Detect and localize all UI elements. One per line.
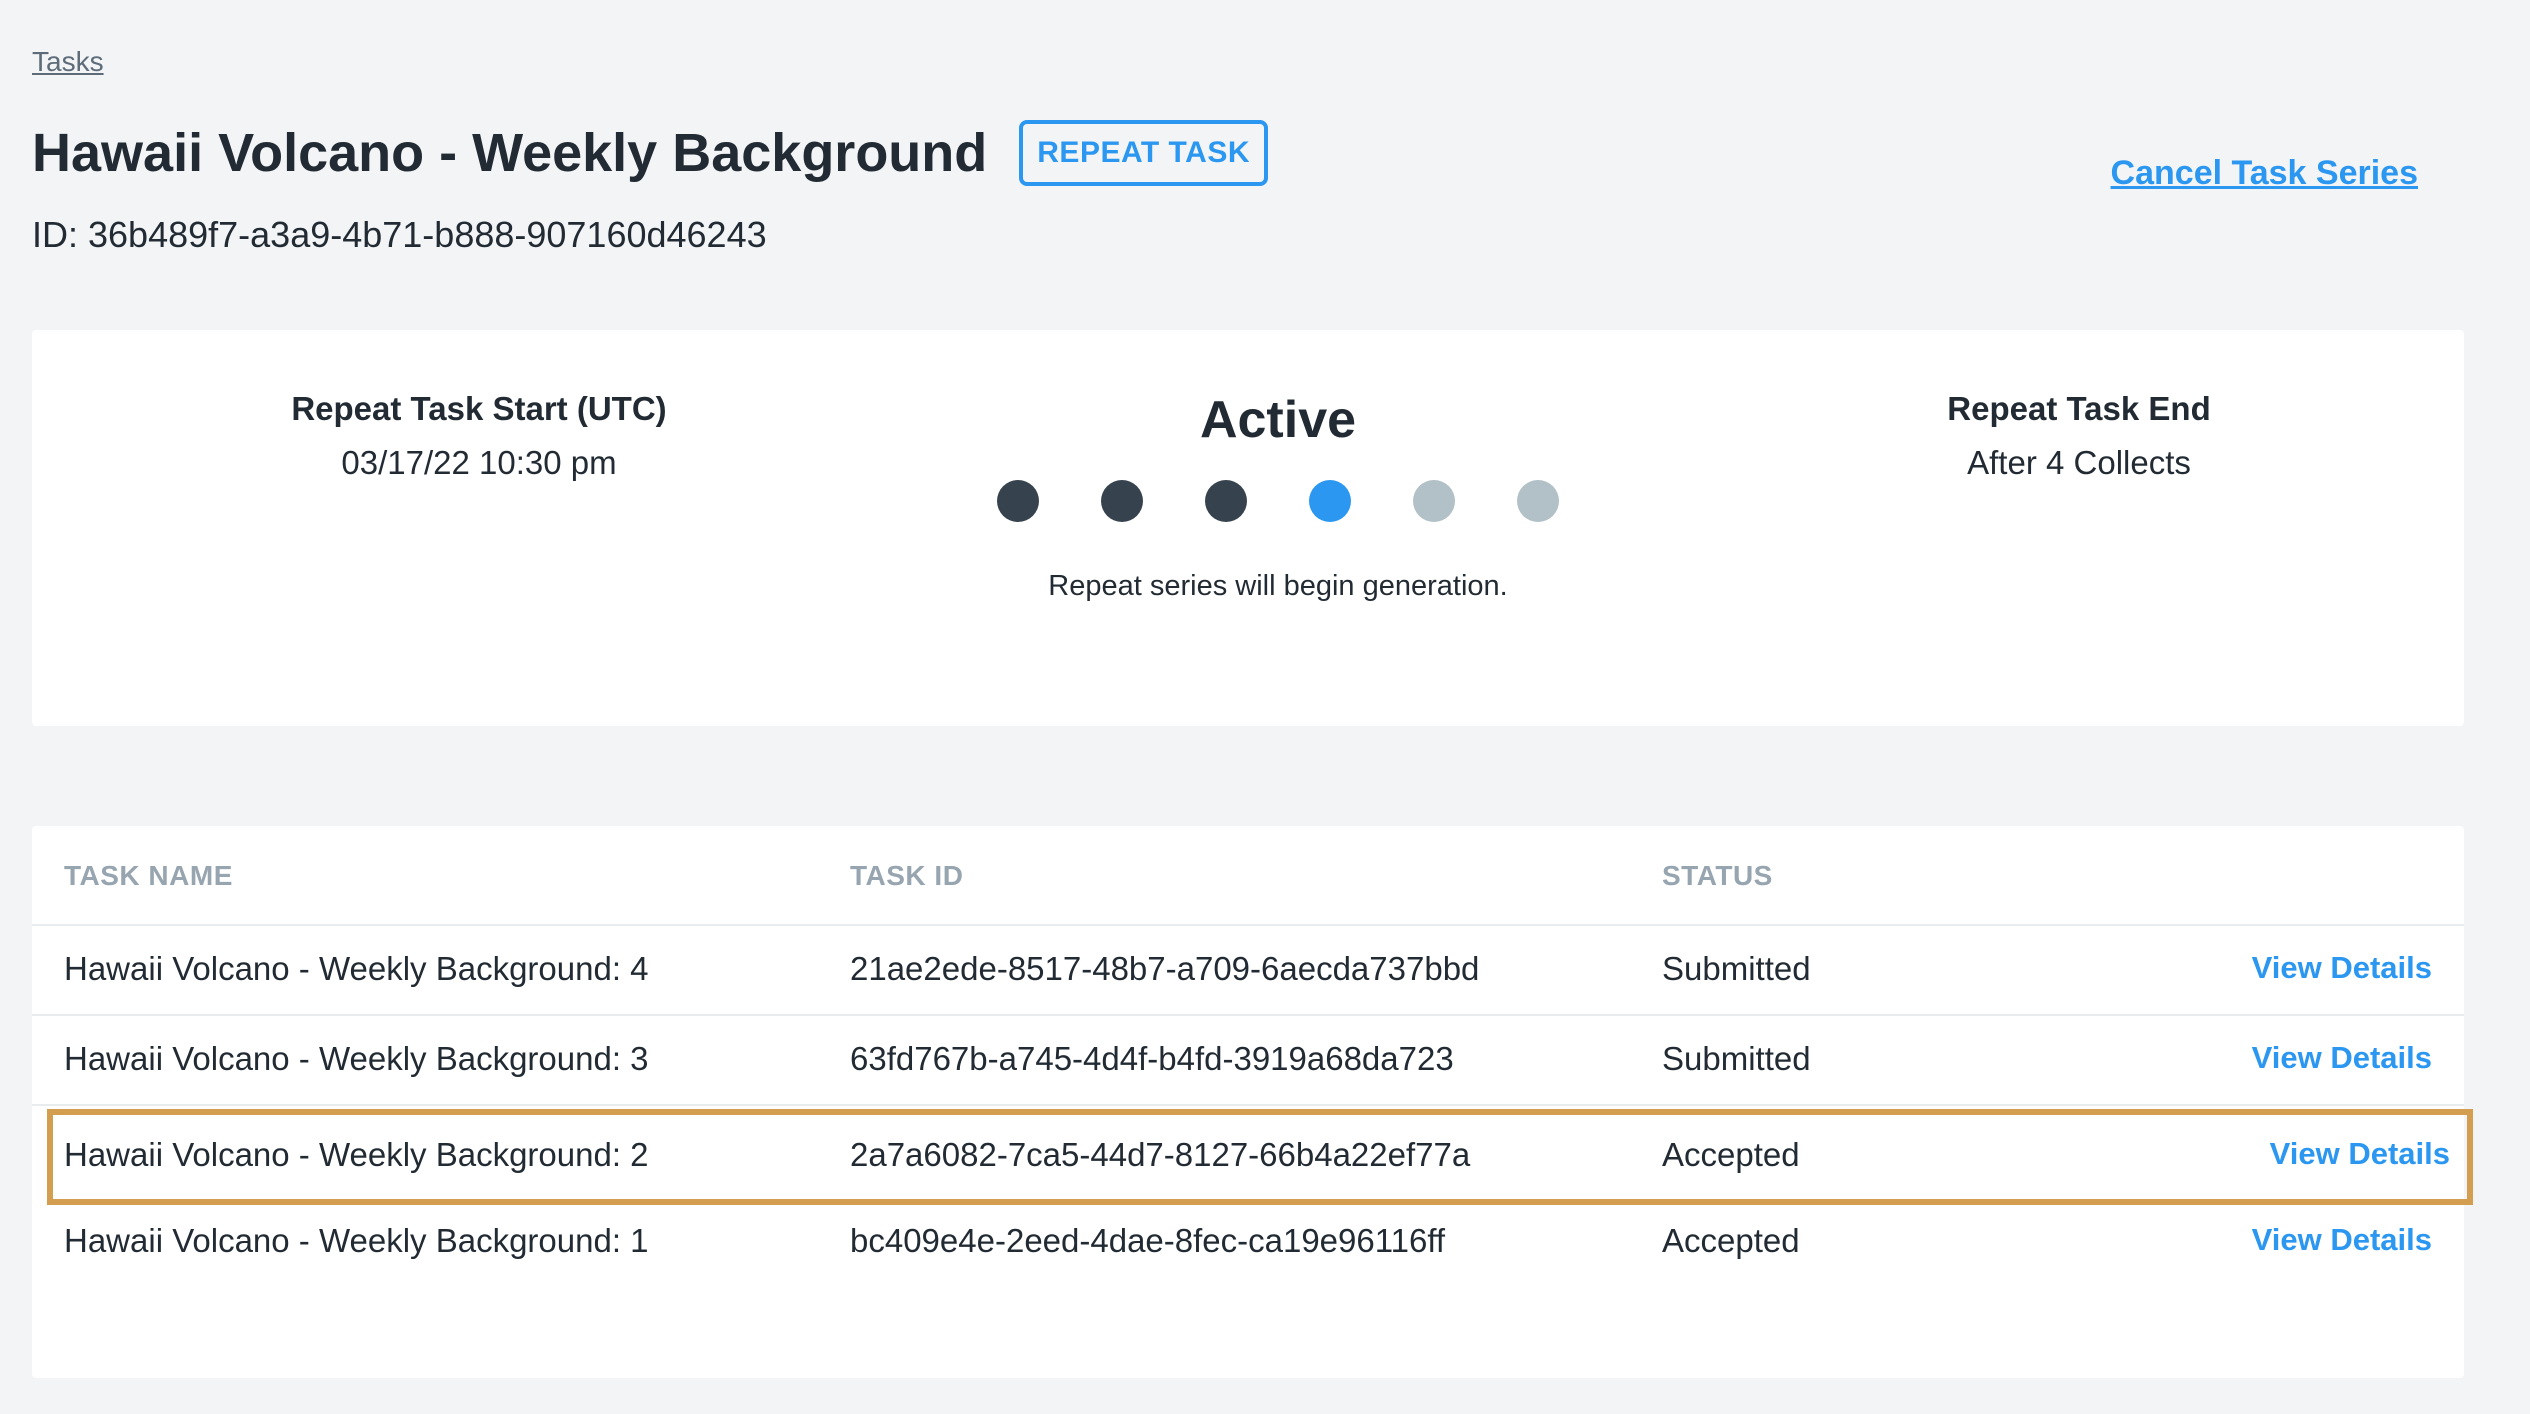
view-details-link[interactable]: View Details xyxy=(2252,950,2432,986)
progress-dot-pending xyxy=(1413,480,1455,522)
status-cell: Accepted xyxy=(1662,1222,1800,1259)
repeat-end-value: After 4 Collects xyxy=(1967,444,2191,481)
repeat-start-section: Repeat Task Start (UTC) 03/17/22 10:30 p… xyxy=(179,390,779,482)
table-row: Hawaii Volcano - Weekly Background: 3 63… xyxy=(32,1016,2464,1106)
view-details-link[interactable]: View Details xyxy=(2252,1040,2432,1076)
table-row: Hawaii Volcano - Weekly Background: 1 bc… xyxy=(32,1198,2464,1286)
progress-dot-done xyxy=(1205,480,1247,522)
table-row-highlighted: Hawaii Volcano - Weekly Background: 2 2a… xyxy=(47,1109,2473,1205)
task-id-cell: 21ae2ede-8517-48b7-a709-6aecda737bbd xyxy=(850,950,1480,987)
task-id-cell: 63fd767b-a745-4d4f-b4fd-3919a68da723 xyxy=(850,1040,1454,1077)
page-title: Hawaii Volcano - Weekly Background xyxy=(32,123,988,183)
view-details-link[interactable]: View Details xyxy=(2252,1222,2432,1258)
repeat-end-label: Repeat Task End xyxy=(1947,390,2211,427)
task-id-cell: 2a7a6082-7ca5-44d7-8127-66b4a22ef77a xyxy=(850,1136,1471,1173)
breadcrumb-tasks-link[interactable]: Tasks xyxy=(32,46,104,78)
repeat-task-badge: REPEAT TASK xyxy=(1019,120,1268,186)
status-cell: Accepted xyxy=(1662,1136,1800,1173)
status-note: Repeat series will begin generation. xyxy=(1048,570,1508,602)
progress-dot-current xyxy=(1309,480,1351,522)
repeat-start-value: 03/17/22 10:30 pm xyxy=(341,444,617,481)
task-name-cell: Hawaii Volcano - Weekly Background: 1 xyxy=(64,1222,649,1259)
column-header-task-id: TASK ID xyxy=(850,860,964,891)
task-name-cell: Hawaii Volcano - Weekly Background: 4 xyxy=(64,950,649,987)
task-id-line: ID: 36b489f7-a3a9-4b71-b888-907160d46243 xyxy=(32,214,767,255)
table-row: Hawaii Volcano - Weekly Background: 4 21… xyxy=(32,926,2464,1016)
repeat-status-section: Active Repeat series will begin generati… xyxy=(798,390,1758,603)
repeat-end-section: Repeat Task End After 4 Collects xyxy=(1779,390,2379,482)
status-cell: Submitted xyxy=(1662,950,1811,987)
table-header: TASK NAME TASK ID STATUS xyxy=(32,826,2464,926)
task-id-cell: bc409e4e-2eed-4dae-8fec-ca19e96116ff xyxy=(850,1222,1446,1259)
view-details-link[interactable]: View Details xyxy=(2270,1136,2450,1172)
repeat-status-card: Repeat Task Start (UTC) 03/17/22 10:30 p… xyxy=(32,330,2464,726)
status-label: Active xyxy=(1199,391,1357,449)
repeat-start-label: Repeat Task Start (UTC) xyxy=(291,390,667,427)
column-header-task-name: TASK NAME xyxy=(64,860,233,891)
column-header-status: STATUS xyxy=(1662,860,1773,891)
progress-dot-pending xyxy=(1517,480,1559,522)
task-series-table: TASK NAME TASK ID STATUS Hawaii Volcano … xyxy=(32,826,2473,1378)
status-cell: Submitted xyxy=(1662,1040,1811,1077)
progress-dots xyxy=(798,480,1758,524)
task-name-cell: Hawaii Volcano - Weekly Background: 2 xyxy=(64,1136,649,1173)
task-name-cell: Hawaii Volcano - Weekly Background: 3 xyxy=(64,1040,649,1077)
progress-dot-done xyxy=(1101,480,1143,522)
cancel-task-series-link[interactable]: Cancel Task Series xyxy=(2111,154,2418,193)
title-row: Hawaii Volcano - Weekly Background REPEA… xyxy=(32,120,1268,186)
progress-dot-done xyxy=(997,480,1039,522)
